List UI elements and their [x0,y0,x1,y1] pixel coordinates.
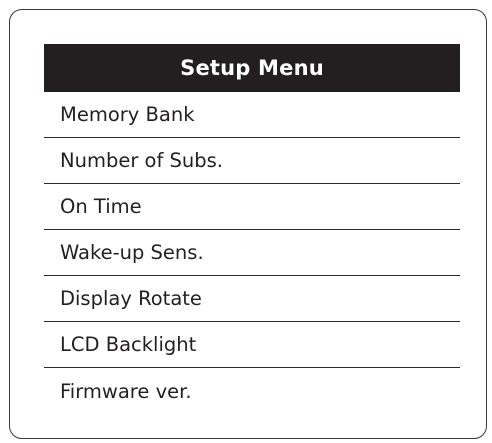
menu-item-firmware-ver[interactable]: Firmware ver. [44,368,460,414]
menu-item-display-rotate[interactable]: Display Rotate [44,276,460,322]
menu-item-number-of-subs[interactable]: Number of Subs. [44,138,460,184]
menu-title: Setup Menu [44,44,460,92]
menu-item-wake-up-sens[interactable]: Wake-up Sens. [44,230,460,276]
menu-item-lcd-backlight[interactable]: LCD Backlight [44,322,460,368]
setup-menu: Setup Menu Memory Bank Number of Subs. O… [44,44,460,414]
menu-item-on-time[interactable]: On Time [44,184,460,230]
menu-item-memory-bank[interactable]: Memory Bank [44,92,460,138]
menu-item-list: Memory Bank Number of Subs. On Time Wake… [44,92,460,414]
